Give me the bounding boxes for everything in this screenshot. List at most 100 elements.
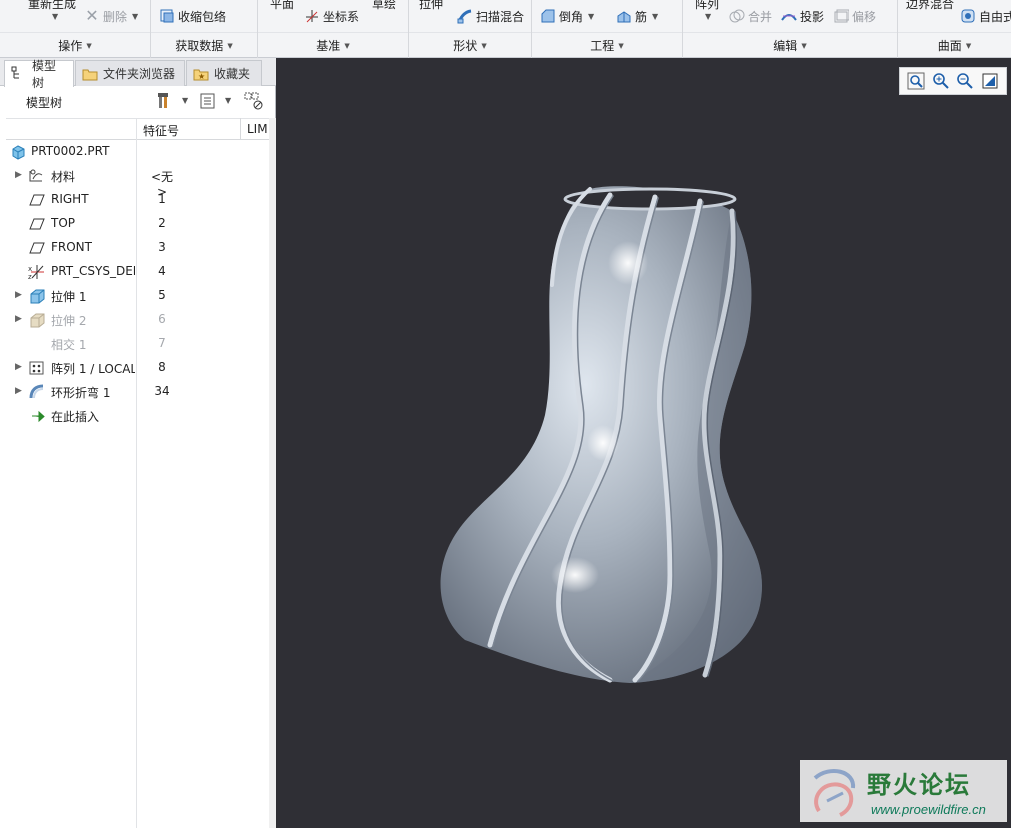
boundary-blend-button[interactable]: 边界混合 xyxy=(906,0,954,12)
chamfer-label: 倒角 xyxy=(559,9,584,24)
delete-label: 删除 xyxy=(103,9,128,24)
label: 曲面 xyxy=(937,39,962,53)
tree-row[interactable]: 相交 1 7 xyxy=(0,332,270,356)
delete-button[interactable]: ✕ 删除 ▼ xyxy=(84,6,138,26)
watermark-title: 野火论坛 xyxy=(867,771,971,799)
extrude-button[interactable]: 拉伸 xyxy=(419,0,443,12)
pattern-button[interactable]: 阵列 xyxy=(695,0,719,12)
tree-row[interactable]: ▶ 阵列 1 / LOCAL 8 xyxy=(0,356,270,380)
group-label-engineering[interactable]: 工程 ▼ xyxy=(532,32,682,58)
feature-name: 相交 1 xyxy=(51,338,87,352)
group-label-operations[interactable]: 操作 ▼ xyxy=(0,32,150,58)
model-tree-icon xyxy=(11,66,27,82)
feature-id: 34 xyxy=(154,384,170,398)
tree-root[interactable]: PRT0002.PRT xyxy=(0,140,270,164)
group-label-shape[interactable]: 形状 ▼ xyxy=(409,32,531,58)
feature-name: TOP xyxy=(51,216,76,230)
vase-3d-model[interactable] xyxy=(420,175,780,695)
filter-icon[interactable] xyxy=(244,92,264,110)
coordinate-system-label: 坐标系 xyxy=(323,9,360,24)
group-shape: 拉伸 扫描混合 形状 ▼ xyxy=(409,0,532,58)
zoom-out-icon[interactable] xyxy=(956,72,974,90)
group-label-edit[interactable]: 编辑 ▼ xyxy=(683,32,897,58)
feature-name: PRT_CSYS_DEF xyxy=(51,264,135,278)
tree-row[interactable]: ▶ 拉伸 2 6 xyxy=(0,308,270,332)
group-label-datum[interactable]: 基准 ▼ xyxy=(258,32,408,58)
tree-row[interactable]: TOP 2 xyxy=(0,212,270,236)
tree-row[interactable]: RIGHT 1 xyxy=(0,188,270,212)
expand-arrow-icon[interactable]: ▶ xyxy=(15,386,22,396)
group-surfaces: 边界混合 自由式 曲面 ▼ xyxy=(898,0,1011,58)
tree-row[interactable]: ▶ 拉伸 1 5 xyxy=(0,284,270,308)
regenerate-dropdown-icon[interactable]: ▼ xyxy=(52,12,58,21)
tab-label: 文件夹浏览器 xyxy=(103,67,176,81)
expand-arrow-icon[interactable]: ▶ xyxy=(15,170,22,180)
rib-label: 筋 xyxy=(635,9,648,24)
feature-id: 8 xyxy=(158,360,166,374)
view-toolbar xyxy=(899,67,1007,95)
feature-id: 5 xyxy=(158,288,166,302)
tab-model-tree[interactable]: 模型树 xyxy=(4,59,74,90)
project-icon xyxy=(781,8,797,24)
chamfer-icon xyxy=(540,8,556,24)
tree-row[interactable]: x z PRT_CSYS_DEF 4 xyxy=(0,260,270,284)
root-part-name: PRT0002.PRT xyxy=(31,144,110,158)
swept-blend-button[interactable]: 扫描混合 xyxy=(457,6,524,26)
feature-name: 环形折弯 1 xyxy=(51,386,111,400)
rib-button[interactable]: 筋 ▼ xyxy=(616,6,658,26)
project-label: 投影 xyxy=(800,9,825,24)
label: 操作 xyxy=(58,39,83,53)
chevron-down-icon: ▼ xyxy=(588,11,595,21)
merge-button[interactable]: 合并 xyxy=(729,6,772,26)
repaint-icon[interactable] xyxy=(981,72,999,90)
settings-dropdown-icon[interactable]: ▼ xyxy=(182,96,188,105)
feature-name: RIGHT xyxy=(51,192,89,206)
feature-name: 阵列 1 / LOCAL xyxy=(51,362,135,376)
chevron-down-icon: ▼ xyxy=(801,41,807,50)
shrinkwrap-button[interactable]: 收缩包络 xyxy=(159,6,226,26)
settings-tools-icon[interactable] xyxy=(157,92,175,110)
material-icon xyxy=(28,168,46,184)
vertical-scrollbar[interactable] xyxy=(269,118,276,828)
column-feature-id[interactable]: 特征号 xyxy=(143,122,179,139)
folder-icon xyxy=(82,66,98,82)
merge-icon xyxy=(729,8,745,24)
show-list-icon[interactable] xyxy=(199,92,217,110)
refit-icon[interactable] xyxy=(907,72,925,90)
plane-button[interactable]: 平面 xyxy=(270,0,294,12)
show-dropdown-icon[interactable]: ▼ xyxy=(225,96,231,105)
expand-arrow-icon[interactable]: ▶ xyxy=(15,314,22,324)
regenerate-button[interactable]: 重新生成 xyxy=(28,0,76,12)
group-get-data: 收缩包络 获取数据 ▼ xyxy=(151,0,258,58)
tree-row[interactable]: FRONT 3 xyxy=(0,236,270,260)
expand-arrow-icon[interactable]: ▶ xyxy=(15,362,22,372)
tree-row[interactable]: ▶ 材料 <无> xyxy=(0,164,270,199)
group-label-surfaces[interactable]: 曲面 ▼ xyxy=(898,32,1011,58)
forum-watermark: 野火论坛 www.proewildfire.cn xyxy=(800,760,1007,822)
tab-folder-browser[interactable]: 文件夹浏览器 xyxy=(75,60,185,86)
feature-name: FRONT xyxy=(51,240,92,254)
coordinate-system-button[interactable]: 坐标系 xyxy=(304,6,359,26)
zoom-in-icon[interactable] xyxy=(932,72,950,90)
chamfer-button[interactable]: 倒角 ▼ xyxy=(540,6,594,26)
column-divider[interactable] xyxy=(240,118,241,140)
project-button[interactable]: 投影 xyxy=(781,6,824,26)
swept-blend-label: 扫描混合 xyxy=(476,9,525,24)
tab-favorites[interactable]: ★ 收藏夹 xyxy=(186,60,262,86)
freestyle-button[interactable]: 自由式 xyxy=(960,6,1011,26)
group-label-get-data[interactable]: 获取数据 ▼ xyxy=(151,32,257,58)
model-tree-toolbar: 模型树 ▼ ▼ xyxy=(0,86,276,118)
feature-id: 1 xyxy=(158,192,166,206)
sketch-button[interactable]: 草绘 xyxy=(372,0,396,12)
insert-here-marker[interactable]: 在此插入 xyxy=(0,404,270,428)
datum-plane-icon xyxy=(28,192,46,208)
offset-icon xyxy=(833,8,850,24)
datum-plane-icon xyxy=(28,240,46,256)
offset-button[interactable]: 偏移 xyxy=(833,6,876,26)
ribbon: 重新生成 ▼ ✕ 删除 ▼ 操作 ▼ 收缩包络 获取数据 ▼ 平面 草绘 坐标系 基… xyxy=(0,0,1011,58)
pattern-dropdown-icon[interactable]: ▼ xyxy=(705,12,711,21)
column-extra[interactable]: LIM xyxy=(247,122,268,136)
tree-row[interactable]: ▶ 环形折弯 1 34 xyxy=(0,380,270,404)
offset-label: 偏移 xyxy=(852,9,877,24)
expand-arrow-icon[interactable]: ▶ xyxy=(15,290,22,300)
